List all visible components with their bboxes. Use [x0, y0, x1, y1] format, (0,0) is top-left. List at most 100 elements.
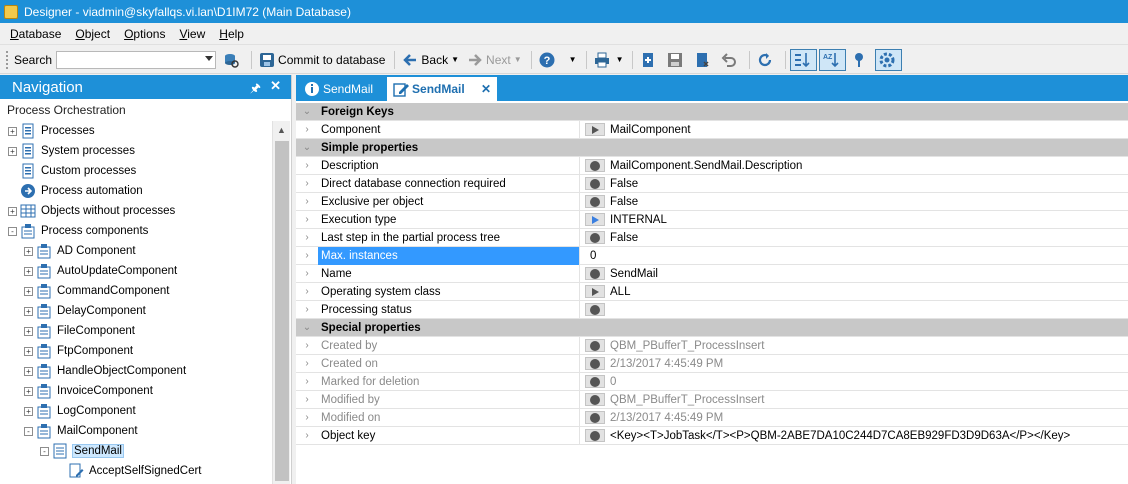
expand-chevron-icon[interactable]: ›	[296, 268, 318, 279]
property-row[interactable]: › Operating system class ALL	[296, 282, 1128, 301]
property-row[interactable]: › Execution type INTERNAL	[296, 210, 1128, 229]
value-indicator-dot-icon[interactable]	[584, 231, 606, 245]
value-indicator-dot-icon[interactable]	[584, 429, 606, 443]
tree-item[interactable]: + LogComponent	[0, 401, 272, 421]
value-indicator-dot-icon[interactable]	[584, 375, 606, 389]
property-row[interactable]: › Modified by QBM_PBufferT_ProcessInsert	[296, 390, 1128, 409]
tree-item[interactable]: + Objects without processes	[0, 201, 272, 221]
property-value[interactable]: SendMail	[606, 268, 658, 280]
collapse-icon[interactable]: -	[8, 226, 17, 236]
collapse-chevron-icon[interactable]: ⌄	[296, 322, 318, 333]
search-database-button[interactable]	[220, 49, 245, 71]
back-button[interactable]: Back ▼	[399, 49, 462, 71]
property-row[interactable]: › Created on 2/13/2017 4:45:49 PM	[296, 354, 1128, 373]
value-indicator-dot-icon[interactable]	[584, 177, 606, 191]
expand-chevron-icon[interactable]: ›	[296, 196, 318, 207]
property-row[interactable]: › Exclusive per object False	[296, 192, 1128, 211]
expand-icon[interactable]: +	[8, 146, 17, 156]
tree-item[interactable]: + AutoUpdateComponent	[0, 261, 272, 281]
tree-item[interactable]: - MailComponent	[0, 421, 272, 441]
value-indicator-dot-icon[interactable]	[584, 393, 606, 407]
expand-icon[interactable]: +	[24, 266, 33, 276]
value-indicator-dot-icon[interactable]	[584, 411, 606, 425]
property-row[interactable]: › Name SendMail	[296, 264, 1128, 283]
delete-button[interactable]	[691, 49, 716, 71]
settings-button[interactable]	[875, 48, 903, 71]
toolbar-grip[interactable]	[6, 50, 10, 69]
tree-item[interactable]: Custom processes	[0, 161, 272, 181]
scroll-up-icon[interactable]: ▲	[277, 125, 286, 135]
property-value[interactable]: 2/13/2017 4:45:49 PM	[606, 412, 723, 424]
foreign-key-triangle-icon[interactable]	[584, 285, 606, 299]
tree-item[interactable]: + Processes	[0, 121, 272, 141]
expand-chevron-icon[interactable]: ›	[296, 430, 318, 441]
expand-icon[interactable]: +	[24, 326, 33, 336]
menu-help[interactable]: Help	[219, 27, 244, 41]
expand-chevron-icon[interactable]: ›	[296, 286, 318, 297]
value-indicator-dot-icon[interactable]	[584, 357, 606, 371]
tree-item[interactable]: + FileComponent	[0, 321, 272, 341]
tree-item[interactable]: AcceptSelfSignedCert	[0, 461, 272, 481]
navigation-scrollbar[interactable]: ▲	[272, 121, 290, 484]
scrollbar-thumb[interactable]	[275, 141, 289, 481]
expand-chevron-icon[interactable]: ›	[296, 304, 318, 315]
tree-item[interactable]: + CommandComponent	[0, 281, 272, 301]
property-row[interactable]: › Processing status	[296, 300, 1128, 319]
collapse-icon[interactable]: -	[24, 426, 33, 436]
property-value[interactable]: INTERNAL	[606, 214, 667, 226]
collapse-chevron-icon[interactable]: ⌄	[296, 142, 318, 153]
expand-chevron-icon[interactable]: ›	[296, 412, 318, 423]
expand-icon[interactable]: +	[24, 286, 33, 296]
next-button[interactable]: Next ▼	[464, 49, 525, 71]
collapse-icon[interactable]: -	[40, 446, 49, 456]
commit-button[interactable]: Commit to database	[256, 49, 388, 71]
sort-category-button[interactable]	[790, 48, 818, 71]
expand-chevron-icon[interactable]: ›	[296, 232, 318, 243]
tree-item[interactable]: + HandleObjectComponent	[0, 361, 272, 381]
help-button[interactable]: ?	[536, 49, 561, 71]
expand-chevron-icon[interactable]: ›	[296, 394, 318, 405]
tree-item[interactable]: + AD Component	[0, 241, 272, 261]
collapse-chevron-icon[interactable]: ⌄	[296, 106, 318, 117]
expand-icon[interactable]: +	[24, 386, 33, 396]
menu-view[interactable]: View	[179, 27, 205, 41]
tree-item[interactable]: + FtpComponent	[0, 341, 272, 361]
property-value[interactable]: QBM_PBufferT_ProcessInsert	[606, 340, 764, 352]
property-row[interactable]: › Direct database connection required Fals…	[296, 174, 1128, 193]
expand-chevron-icon[interactable]: ›	[296, 160, 318, 171]
property-value[interactable]: QBM_PBufferT_ProcessInsert	[606, 394, 764, 406]
property-value[interactable]: False	[606, 178, 638, 190]
print-button[interactable]: ▼	[591, 49, 627, 71]
new-object-button[interactable]	[637, 49, 662, 71]
property-row[interactable]: › Created by QBM_PBufferT_ProcessInsert	[296, 336, 1128, 355]
pin-panel-icon[interactable]: 🖈	[250, 79, 261, 100]
search-input[interactable]	[56, 50, 217, 69]
tree-item[interactable]: + InvoiceComponent	[0, 381, 272, 401]
print-dropdown-icon[interactable]: ▼	[616, 55, 624, 64]
menu-database[interactable]: Database	[10, 27, 61, 41]
refresh-button[interactable]	[754, 49, 779, 71]
expand-icon[interactable]: +	[8, 206, 17, 216]
property-value[interactable]: ALL	[606, 286, 630, 298]
pin-button[interactable]	[848, 49, 873, 71]
tree-item[interactable]: + System processes	[0, 141, 272, 161]
value-indicator-dot-icon[interactable]	[584, 303, 606, 317]
expand-icon[interactable]: +	[24, 306, 33, 316]
back-dropdown-icon[interactable]: ▼	[451, 55, 459, 64]
expand-chevron-icon[interactable]: ›	[296, 340, 318, 351]
property-value[interactable]: <Key><T>JobTask</T><P>QBM-2ABE7DA10C244D…	[606, 430, 1070, 442]
property-row[interactable]: › Object key <Key><T>JobTask</T><P>QBM-2AB…	[296, 426, 1128, 445]
sort-alphabetical-button[interactable]: AZ	[819, 48, 847, 71]
expand-icon[interactable]: +	[8, 126, 17, 136]
value-indicator-dot-icon[interactable]	[584, 339, 606, 353]
property-value[interactable]: False	[606, 196, 638, 208]
property-row[interactable]: › Max. instances 0	[296, 246, 1128, 265]
property-row[interactable]: › Marked for deletion 0	[296, 372, 1128, 391]
expand-icon[interactable]: +	[24, 406, 33, 416]
tree-item[interactable]: - Process components	[0, 221, 272, 241]
expand-chevron-icon[interactable]: ›	[296, 214, 318, 225]
value-indicator-dot-icon[interactable]	[584, 267, 606, 281]
foreign-key-triangle-icon[interactable]	[584, 123, 606, 137]
undo-button[interactable]	[718, 49, 743, 71]
menu-object[interactable]: Object	[75, 27, 110, 41]
